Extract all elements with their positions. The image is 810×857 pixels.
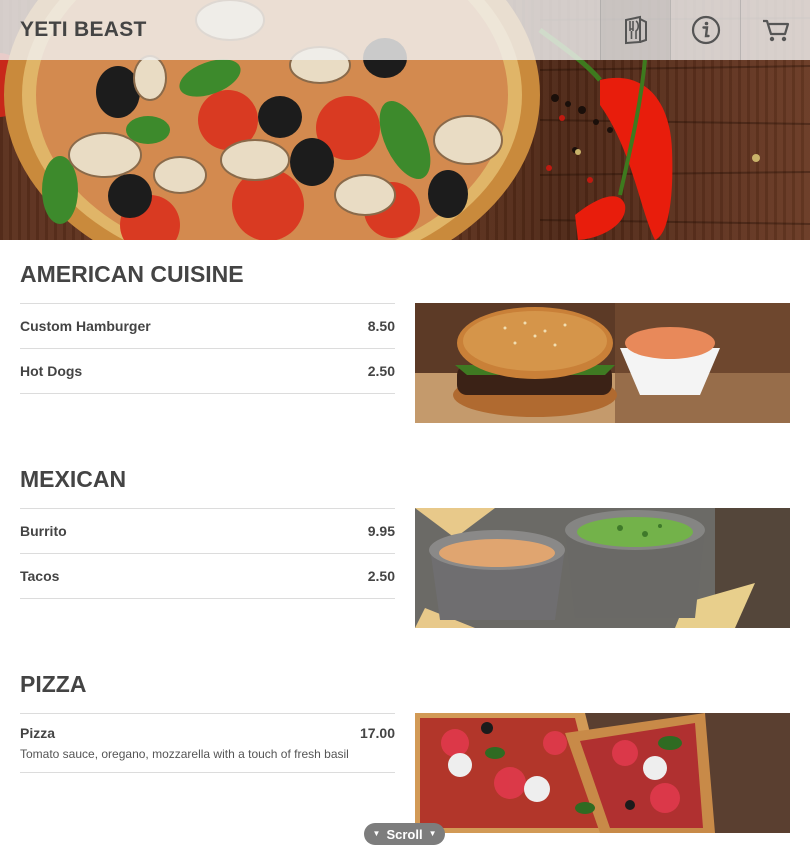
item-name: Hot Dogs <box>20 363 83 379</box>
item-description: Tomato sauce, oregano, mozzarella with a… <box>20 747 349 761</box>
top-bar: YETI BEAST <box>0 0 810 60</box>
menu-item-burrito[interactable]: Burrito 9.95 <box>20 509 395 554</box>
menu-item-custom-hamburger[interactable]: Custom Hamburger 8.50 <box>20 304 395 349</box>
menu-item-list: Pizza 17.00 Tomato sauce, oregano, mozza… <box>20 713 395 773</box>
item-name: Tacos <box>20 568 60 584</box>
cart-icon <box>762 19 789 42</box>
caret-down-icon: ▼ <box>428 829 437 838</box>
brand-title[interactable]: YETI BEAST <box>20 18 147 42</box>
item-price: 8.50 <box>367 318 395 334</box>
item-name: Burrito <box>20 523 67 539</box>
section-pizza: PIZZA Pizza 17.00 Tomato sauce, oregano,… <box>20 669 790 833</box>
section-title: PIZZA <box>20 671 87 697</box>
menu-item-list: Burrito 9.95 Tacos 2.50 <box>20 508 395 599</box>
section-american: AMERICAN CUISINE Custom Hamburger 8.50 H… <box>20 259 790 423</box>
info-button[interactable] <box>670 0 740 60</box>
scroll-label: Scroll <box>386 826 423 842</box>
caret-down-icon: ▼ <box>372 829 381 838</box>
menu-item-pizza[interactable]: Pizza 17.00 Tomato sauce, oregano, mozza… <box>20 714 395 773</box>
section-title: MEXICAN <box>20 466 127 492</box>
menu-item-hot-dogs[interactable]: Hot Dogs 2.50 <box>20 349 395 394</box>
item-name: Pizza <box>20 725 56 741</box>
menu-book-icon <box>624 15 647 45</box>
item-price: 2.50 <box>367 363 395 379</box>
item-price: 2.50 <box>367 568 395 584</box>
scroll-button[interactable]: ▼ Scroll ▼ <box>364 823 445 845</box>
info-icon <box>691 15 720 45</box>
dip-photo <box>415 508 790 628</box>
cart-button[interactable] <box>740 0 810 60</box>
menu-item-list: Custom Hamburger 8.50 Hot Dogs 2.50 <box>20 303 395 394</box>
section-title: AMERICAN CUISINE <box>20 261 244 287</box>
menu-item-tacos[interactable]: Tacos 2.50 <box>20 554 395 599</box>
item-name: Custom Hamburger <box>20 318 151 334</box>
menu-button[interactable] <box>600 0 670 60</box>
pizza-photo <box>415 713 790 833</box>
item-price: 17.00 <box>359 725 395 741</box>
item-price: 9.95 <box>367 523 395 539</box>
burger-photo <box>415 303 790 423</box>
section-mexican: MEXICAN Burrito 9.95 Tacos 2.50 <box>20 464 790 628</box>
